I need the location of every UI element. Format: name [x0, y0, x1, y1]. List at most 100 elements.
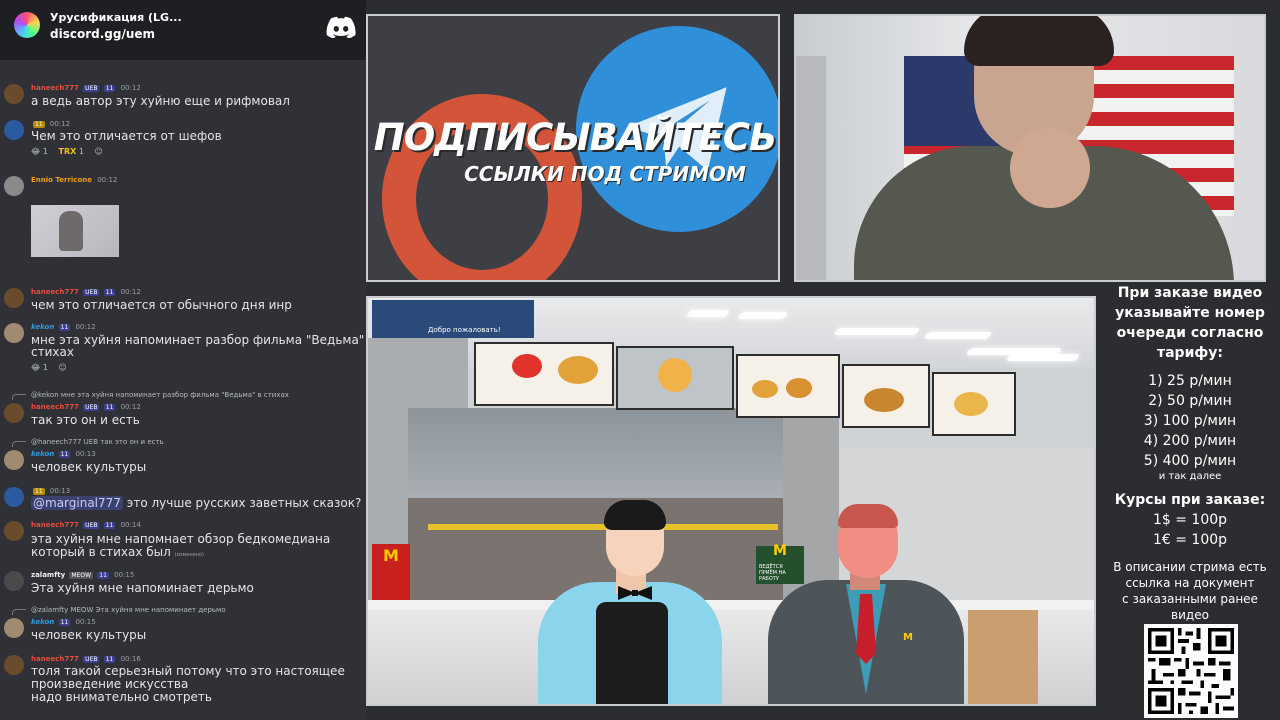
- message-text: чем это отличается от обычного дня инр: [31, 298, 292, 312]
- order-info-line: При заказе видео: [1117, 285, 1263, 301]
- chat-message: 11 00:12 Чем это отличается от шефов 😂 1…: [0, 120, 366, 160]
- manager-hair: [838, 504, 898, 528]
- streamer-hand: [1010, 128, 1090, 208]
- role-badge: 11: [58, 618, 71, 626]
- add-reaction-icon[interactable]: ☺: [95, 147, 103, 156]
- rates-title: Курсы при заказе:: [1114, 492, 1266, 508]
- message-text-line: мне эта хуйня напоминает разбор фильма "…: [31, 333, 366, 347]
- reaction[interactable]: 😂 1: [31, 363, 48, 372]
- avatar[interactable]: [4, 618, 24, 638]
- timestamp: 00:13: [75, 450, 96, 458]
- timestamp: 00:15: [114, 571, 135, 579]
- avatar[interactable]: [4, 84, 24, 104]
- discord-server-header[interactable]: Урусификация (LG... discord.gg/uem: [0, 0, 366, 60]
- message-text-line: надо внимательно смотреть: [31, 690, 212, 704]
- edited-marker: (изменено): [174, 552, 204, 558]
- timestamp: 00:12: [75, 323, 96, 331]
- username[interactable]: haneech777: [31, 655, 79, 663]
- description-line: ссылка на документ: [1125, 576, 1255, 590]
- mcdonalds-logo-icon: M: [773, 543, 787, 559]
- user-mention[interactable]: @marginal777: [31, 496, 123, 510]
- timestamp: 00:14: [120, 521, 141, 529]
- chat-message: zalamfty MEOW 11 00:15 Эта хуйня мне нап…: [0, 571, 366, 597]
- tariff-item: 5) 400 р/мин: [1143, 453, 1237, 469]
- username[interactable]: zalamfty: [31, 571, 65, 579]
- order-info-line: очереди согласно: [1116, 325, 1264, 341]
- message-meta: 11 00:12: [31, 120, 70, 128]
- video-scene-restaurant: Добро пожаловать! M M ВЕДЁТСЯ ПРИЁМ НА Р…: [366, 296, 1096, 706]
- webcam-door: [796, 56, 826, 280]
- menu-food-image: [512, 354, 542, 378]
- reply-connector: [12, 609, 26, 615]
- avatar[interactable]: [4, 487, 24, 507]
- avatar[interactable]: [4, 288, 24, 308]
- streamer-hair: [964, 16, 1114, 66]
- message-meta: Ennio Terricone 00:12: [31, 176, 117, 184]
- username[interactable]: haneech777: [31, 403, 79, 411]
- role-badge: UEB: [83, 655, 100, 663]
- timestamp: 00:12: [120, 403, 141, 411]
- webcam-feed: [794, 14, 1266, 282]
- avatar[interactable]: [4, 323, 24, 343]
- message-meta: kekon 11 00:13: [31, 450, 96, 458]
- role-badge: 11: [33, 487, 45, 495]
- hiring-sign: M ВЕДЁТСЯ ПРИЁМ НА РАБОТУ: [756, 543, 804, 584]
- reaction[interactable]: 😂 1: [31, 147, 48, 156]
- username[interactable]: kekon: [31, 450, 54, 458]
- reply-preview[interactable]: @zalamfty MEOW Эта хуйня мне напоминает …: [31, 606, 226, 614]
- mcdonalds-logo-icon: M: [383, 546, 399, 565]
- tariff-item: 2) 50 р/мин: [1148, 393, 1232, 409]
- avatar[interactable]: [4, 176, 24, 196]
- username[interactable]: kekon: [31, 323, 54, 331]
- username[interactable]: haneech777: [31, 521, 79, 529]
- username[interactable]: haneech777: [31, 84, 79, 92]
- ceiling-light: [1005, 354, 1081, 361]
- reaction[interactable]: TRX 1: [59, 147, 84, 156]
- subscribe-promo-panel: ПОДПИСЫВАЙТЕСЬ ССЫЛКИ ПОД СТРИМОМ: [366, 14, 780, 282]
- avatar[interactable]: [4, 521, 24, 541]
- message-text-body: это лучше русских заветных сказок?: [126, 496, 362, 510]
- role-badge: 11: [103, 288, 116, 296]
- laugh-emoji-icon: 😂: [31, 363, 41, 372]
- avatar[interactable]: [4, 571, 24, 591]
- message-text-line: который в стихах был (изменено): [31, 546, 204, 562]
- reply-preview[interactable]: @kekon мне эта хуйня напоминает разбор ф…: [31, 391, 289, 399]
- chat-message: 11 00:13 @marginal777 это лучше русских …: [0, 487, 366, 515]
- timestamp: 00:15: [75, 618, 96, 626]
- chat-message: kekon 11 00:12 мне эта хуйня напоминает …: [0, 323, 366, 377]
- add-reaction-icon[interactable]: ☺: [59, 363, 67, 372]
- ceiling-light: [833, 328, 921, 335]
- role-badge: 11: [103, 403, 116, 411]
- timestamp: 00:12: [97, 176, 118, 184]
- avatar[interactable]: [4, 655, 24, 675]
- server-invite-link[interactable]: discord.gg/uem: [50, 27, 155, 41]
- menu-food-image: [786, 378, 812, 398]
- promo-subtitle: ССЫЛКИ ПОД СТРИМОМ: [464, 162, 746, 186]
- image-attachment[interactable]: [31, 205, 119, 257]
- chat-message: haneech777 UEB 11 00:12 чем это отличает…: [0, 288, 366, 314]
- reply-connector: [12, 394, 26, 400]
- message-meta: kekon 11 00:15: [31, 618, 96, 626]
- message-meta: haneech777 UEB 11 00:12: [31, 403, 141, 411]
- avatar[interactable]: [4, 450, 24, 470]
- username[interactable]: Ennio Terricone: [31, 176, 92, 184]
- message-meta: haneech777 UEB 11 00:16: [31, 655, 141, 663]
- reactions: 😂 1 TRX 1 ☺: [31, 147, 111, 156]
- wood-panel: [968, 610, 1038, 704]
- server-icon: [14, 12, 40, 38]
- avatar[interactable]: [4, 120, 24, 140]
- menu-food-image: [864, 388, 904, 412]
- menu-food-image: [954, 392, 988, 416]
- message-meta: zalamfty MEOW 11 00:15: [31, 571, 134, 579]
- qr-code-icon[interactable]: [1144, 624, 1238, 718]
- trx-emoji-icon: TRX: [58, 147, 77, 156]
- username[interactable]: kekon: [31, 618, 54, 626]
- username[interactable]: haneech777: [31, 288, 79, 296]
- role-badge: 11: [97, 571, 109, 579]
- avatar[interactable]: [4, 403, 24, 423]
- manager-badge-icon: M: [903, 632, 913, 643]
- rate-item: 1$ = 100р: [1152, 512, 1228, 528]
- reply-preview[interactable]: @haneech777 UEB так это он и есть: [31, 438, 164, 446]
- message-text: Чем это отличается от шефов: [31, 129, 222, 143]
- message-text: так это он и есть: [31, 413, 140, 427]
